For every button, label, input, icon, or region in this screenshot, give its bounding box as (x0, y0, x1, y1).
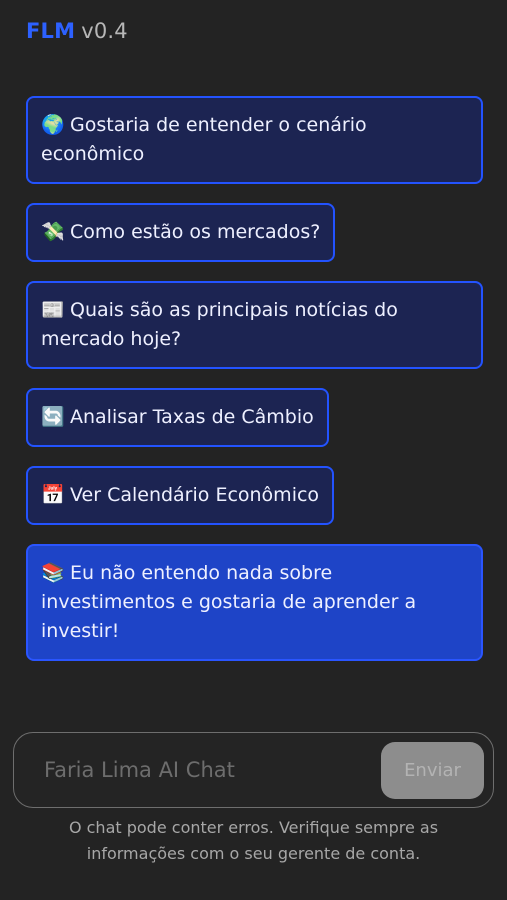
newspaper-icon: 📰 (41, 299, 65, 321)
version-label: v0.4 (81, 19, 128, 43)
brand-name: FLM (26, 19, 76, 43)
chat-screen: FLM v0.4 🌍 Gostaria de entender o cenário … (0, 0, 507, 900)
refresh-icon: 🔄 (41, 406, 65, 428)
suggestion-list: 🌍 Gostaria de entender o cenário econômic… (26, 96, 483, 680)
chat-composer: Enviar (13, 732, 494, 808)
calendar-icon: 📅 (41, 484, 65, 506)
suggestion-economic-scenario[interactable]: 🌍 Gostaria de entender o cenário econômic… (26, 96, 483, 184)
suggestion-economic-calendar[interactable]: 📅 Ver Calendário Econômico (26, 466, 335, 525)
suggestion-label: Gostaria de entender o cenário econômico (41, 114, 367, 165)
suggestion-label: Como estão os mercados? (70, 221, 321, 243)
suggestion-label: Eu não entendo nada sobre investimentos … (41, 562, 417, 642)
send-button[interactable]: Enviar (381, 742, 484, 799)
suggestion-markets[interactable]: 💸 Como estão os mercados? (26, 203, 336, 262)
suggestion-learn-investing[interactable]: 📚 Eu não entendo nada sobre investimentos… (26, 544, 483, 661)
globe-icon: 🌍 (41, 114, 65, 136)
suggestion-label: Analisar Taxas de Câmbio (70, 406, 314, 428)
suggestion-label: Quais são as principais notícias do merc… (41, 299, 398, 350)
books-icon: 📚 (41, 562, 65, 584)
suggestion-exchange-rates[interactable]: 🔄 Analisar Taxas de Câmbio (26, 388, 329, 447)
suggestion-market-news[interactable]: 📰 Quais são as principais notícias do mer… (26, 281, 483, 369)
money-with-wings-icon: 💸 (41, 221, 65, 243)
disclaimer-text: O chat pode conter erros. Verifique semp… (68, 818, 439, 863)
suggestion-label: Ver Calendário Econômico (70, 484, 320, 506)
app-brand: FLM v0.4 (26, 18, 128, 44)
chat-input[interactable] (42, 751, 376, 789)
